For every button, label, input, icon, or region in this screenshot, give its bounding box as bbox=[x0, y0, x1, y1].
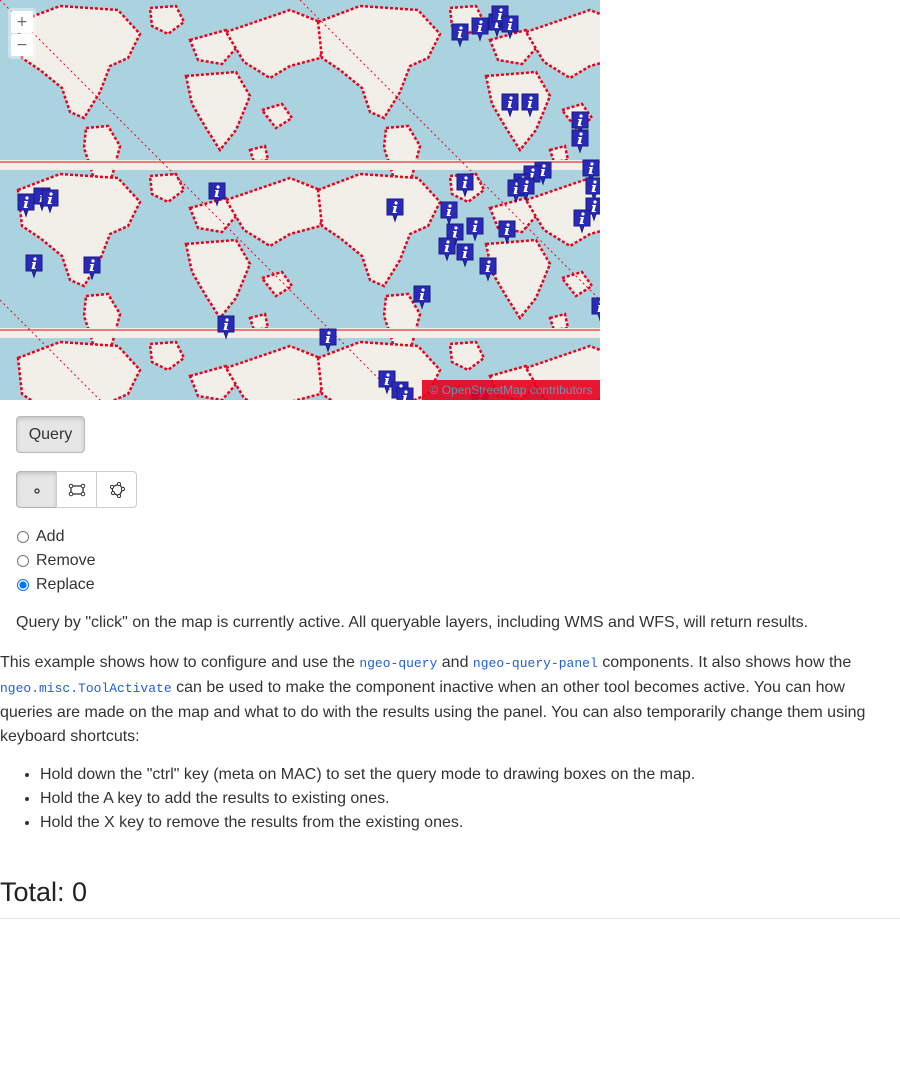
shortcut-list: Hold down the "ctrl" key (meta on MAC) t… bbox=[0, 763, 695, 835]
list-item: Hold the A key to add the results to exi… bbox=[40, 787, 695, 811]
list-item: Hold down the "ctrl" key (meta on MAC) t… bbox=[40, 763, 695, 787]
mode-remove-label: Remove bbox=[36, 552, 96, 569]
polygon-tool-button[interactable] bbox=[96, 471, 137, 508]
info-icon[interactable] bbox=[385, 197, 405, 223]
info-icon[interactable] bbox=[572, 208, 592, 234]
query-mode-options: Add Remove Replace bbox=[16, 525, 96, 597]
info-icon[interactable] bbox=[437, 236, 457, 262]
box-tool-button[interactable] bbox=[56, 471, 97, 508]
zoom-in-button[interactable]: + bbox=[11, 11, 33, 33]
code-ngeo-query-panel: ngeo-query-panel bbox=[472, 656, 598, 671]
info-icon[interactable] bbox=[497, 219, 517, 245]
zoom-control: + − bbox=[8, 8, 36, 59]
info-icon[interactable] bbox=[590, 296, 600, 322]
box-icon bbox=[68, 483, 85, 496]
mode-option-replace[interactable]: Replace bbox=[16, 573, 96, 597]
info-icon[interactable] bbox=[40, 188, 60, 214]
info-icon[interactable] bbox=[24, 253, 44, 279]
info-icon[interactable] bbox=[216, 314, 236, 340]
info-icon[interactable] bbox=[455, 242, 475, 268]
point-tool-button[interactable] bbox=[16, 471, 57, 508]
description-text-2: and bbox=[437, 654, 473, 671]
info-icon[interactable] bbox=[478, 256, 498, 282]
mode-add-radio[interactable] bbox=[17, 531, 29, 543]
info-icon[interactable] bbox=[520, 92, 540, 118]
example-description: This example shows how to configure and … bbox=[0, 651, 880, 749]
description-text-3: components. It also shows how the bbox=[597, 654, 852, 671]
info-icon[interactable] bbox=[412, 284, 432, 310]
list-item: Hold the X key to remove the results fro… bbox=[40, 811, 695, 835]
mode-option-remove[interactable]: Remove bbox=[16, 549, 96, 573]
query-status-text: Query by "click" on the map is currently… bbox=[16, 614, 809, 631]
info-icon[interactable] bbox=[500, 92, 520, 118]
code-ngeo-query: ngeo-query bbox=[359, 656, 438, 671]
info-icon[interactable] bbox=[82, 255, 102, 281]
results-total: Total: 0 bbox=[0, 877, 88, 907]
description-text-1: This example shows how to configure and … bbox=[0, 654, 360, 671]
info-icon[interactable] bbox=[516, 176, 536, 202]
info-icon[interactable] bbox=[395, 386, 415, 400]
info-icon[interactable] bbox=[318, 327, 338, 353]
info-icon[interactable] bbox=[207, 181, 227, 207]
mode-replace-radio[interactable] bbox=[17, 579, 29, 591]
mode-add-label: Add bbox=[36, 528, 65, 545]
map[interactable]: + − © OpenStreetMap contributors bbox=[0, 0, 600, 400]
info-icon[interactable] bbox=[455, 172, 475, 198]
polygon-icon bbox=[109, 481, 125, 498]
info-icon[interactable] bbox=[450, 22, 470, 48]
info-icon[interactable] bbox=[570, 128, 590, 154]
mode-replace-label: Replace bbox=[36, 576, 95, 593]
info-icon[interactable] bbox=[465, 216, 485, 242]
point-icon bbox=[33, 487, 40, 494]
zoom-out-button[interactable]: − bbox=[11, 34, 33, 56]
code-tool-activate: ngeo.misc.ToolActivate bbox=[0, 681, 172, 696]
mode-remove-radio[interactable] bbox=[17, 555, 29, 567]
query-tool-group bbox=[16, 471, 137, 508]
divider bbox=[0, 918, 900, 919]
map-attribution[interactable]: © OpenStreetMap contributors bbox=[422, 380, 600, 400]
info-icon[interactable] bbox=[500, 14, 520, 40]
query-button[interactable]: Query bbox=[16, 416, 85, 453]
mode-option-add[interactable]: Add bbox=[16, 525, 96, 549]
